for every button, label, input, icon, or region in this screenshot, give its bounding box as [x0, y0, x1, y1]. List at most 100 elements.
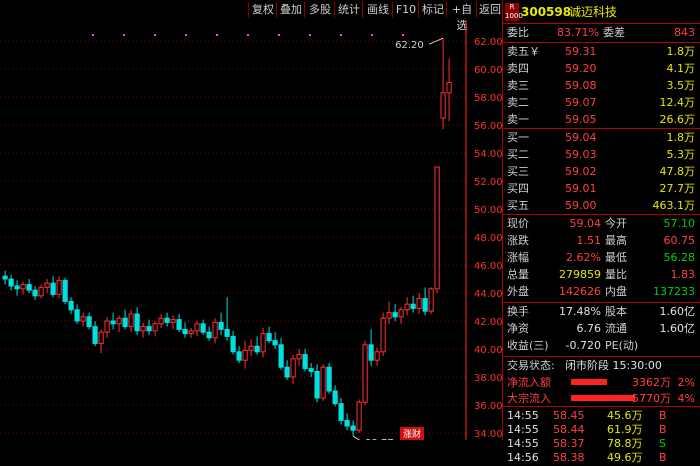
candle-body [20, 284, 26, 290]
candle[interactable] [368, 329, 374, 366]
candle[interactable] [50, 276, 56, 298]
candle[interactable] [212, 318, 218, 344]
candle[interactable] [320, 364, 326, 401]
candle[interactable] [224, 297, 230, 341]
candle[interactable] [38, 284, 44, 299]
y-tick-label: 44.00 [474, 289, 502, 300]
order-volume: 4.1万 [666, 62, 696, 75]
candle[interactable] [386, 301, 392, 324]
candle[interactable] [62, 277, 68, 305]
candle[interactable] [56, 276, 62, 299]
candle[interactable] [128, 309, 134, 333]
candle[interactable] [140, 322, 146, 338]
fund-value: 1.60亿 [659, 305, 696, 318]
quote-row: 现价 59.04 今开 57.10 [507, 217, 696, 230]
candle[interactable] [32, 286, 38, 300]
candle[interactable] [290, 354, 296, 384]
candle[interactable] [200, 319, 206, 335]
low-marker-line [352, 435, 361, 440]
candle[interactable] [104, 316, 110, 338]
candle-body [428, 288, 434, 312]
stock-header: R 1000 300598 诚迈科技 [503, 2, 700, 22]
candle-body [128, 313, 134, 328]
candle[interactable] [188, 328, 194, 338]
candle[interactable] [350, 420, 356, 437]
candle[interactable] [8, 274, 14, 291]
candle[interactable] [362, 340, 368, 405]
quote-value: 59.04 [569, 217, 602, 230]
candle[interactable] [434, 166, 440, 293]
candle[interactable] [380, 312, 386, 356]
candle[interactable] [218, 312, 224, 335]
fund-row: 换手 17.48% 股本 1.60亿 [507, 305, 696, 318]
candle[interactable] [134, 307, 140, 335]
candle[interactable] [416, 293, 422, 314]
candle[interactable] [230, 330, 236, 355]
candle[interactable] [98, 329, 104, 354]
candle[interactable] [338, 398, 344, 425]
candle[interactable] [176, 314, 182, 333]
candle[interactable] [206, 326, 212, 341]
candle-body [80, 316, 86, 322]
candle-body [356, 401, 362, 431]
candle[interactable] [254, 336, 260, 355]
candle[interactable] [440, 38, 446, 130]
candle[interactable] [332, 385, 338, 407]
candle[interactable] [26, 279, 32, 293]
candle[interactable] [428, 287, 434, 314]
candle[interactable] [146, 319, 152, 335]
candle[interactable] [248, 339, 254, 356]
candle[interactable] [278, 337, 284, 370]
candle[interactable] [326, 363, 332, 394]
candle-body [32, 289, 38, 297]
candle-body [332, 390, 338, 405]
quote-value: 137233 [653, 285, 695, 298]
candle[interactable] [182, 322, 188, 338]
candle[interactable] [74, 304, 80, 324]
candle[interactable] [242, 340, 248, 369]
candle[interactable] [2, 270, 8, 285]
candle[interactable] [80, 312, 86, 327]
candle[interactable] [170, 315, 176, 330]
order-volume: 1.8万 [666, 131, 696, 144]
candle[interactable] [296, 349, 302, 366]
candle[interactable] [314, 364, 320, 403]
candle[interactable] [422, 287, 428, 316]
candle[interactable] [110, 312, 116, 330]
candle[interactable] [404, 297, 410, 316]
candle[interactable] [284, 360, 290, 380]
flow-pct: 2% [677, 376, 695, 389]
quote-value: 57.10 [663, 217, 696, 230]
candle[interactable] [272, 332, 278, 349]
candle[interactable] [356, 399, 362, 433]
candle-body [26, 284, 32, 291]
candle[interactable] [302, 349, 308, 372]
candle[interactable] [446, 58, 452, 122]
candle[interactable] [194, 321, 200, 337]
candle[interactable] [152, 321, 158, 337]
candle[interactable] [266, 326, 272, 344]
candle[interactable] [116, 315, 122, 333]
order-volume: 463.1万 [652, 199, 696, 212]
candle[interactable] [68, 297, 74, 314]
candle-body [266, 333, 272, 342]
candle[interactable] [92, 321, 98, 347]
candle[interactable] [308, 363, 314, 377]
candle[interactable] [86, 312, 92, 330]
candle[interactable] [122, 309, 128, 330]
candle[interactable] [14, 280, 20, 296]
candle[interactable] [344, 413, 350, 431]
candle[interactable] [398, 307, 404, 324]
candle[interactable] [374, 347, 380, 366]
candle-body [416, 298, 422, 309]
candle[interactable] [158, 314, 164, 328]
candle[interactable] [410, 295, 416, 313]
candle[interactable] [44, 279, 50, 293]
candle-body [134, 313, 140, 332]
y-tick-label: 48.00 [474, 233, 502, 244]
kline-chart[interactable]: 34.00 36.00 38.00 40.00 42.00 44.00 46.00 48.00… [0, 0, 502, 440]
candle[interactable] [260, 328, 266, 358]
ask-row: 卖五￥ 59.31 1.8万 [507, 45, 695, 58]
candle[interactable] [392, 304, 398, 321]
candle[interactable] [164, 312, 170, 327]
